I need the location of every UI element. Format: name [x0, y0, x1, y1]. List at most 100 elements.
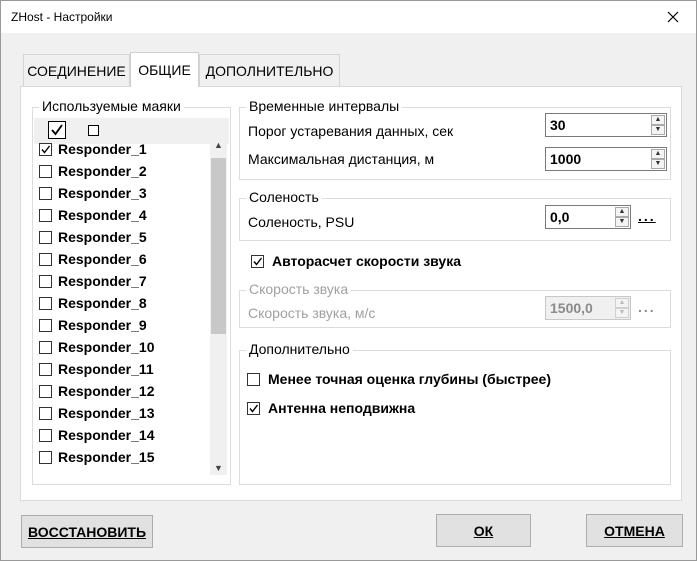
responder-checkbox-icon[interactable] [39, 362, 52, 376]
salinity-title: Соленость [246, 189, 322, 205]
responder-checkbox-icon[interactable] [39, 340, 52, 354]
responder-checkbox-icon[interactable] [39, 230, 52, 244]
time-intervals-title: Временные интервалы [246, 98, 403, 114]
max-distance-label: Максимальная дистанция, м [248, 151, 435, 167]
less-precise-check-icon[interactable] [247, 372, 260, 386]
additional-title: Дополнительно [246, 341, 353, 357]
max-distance-down-icon[interactable]: ▼ [651, 159, 665, 169]
sound-speed-group: Скорость звука Скорость звука, м/с 1500,… [239, 281, 671, 328]
title-bar: ZHost - Настройки [1, 1, 696, 33]
time-intervals-group: Временные интервалы Порог устаревания да… [239, 98, 671, 180]
antenna-fixed-check-icon[interactable] [247, 401, 260, 415]
threshold-label: Порог устаревания данных, сек [248, 123, 454, 139]
sound-speed-title: Скорость звука [246, 281, 352, 297]
responder-checkbox-icon[interactable] [39, 384, 52, 398]
auto-sound-speed-checkbox[interactable]: Авторасчет скорости звука [251, 253, 461, 269]
responder-label: Responder_9 [58, 317, 147, 333]
list-item[interactable]: Responder_14 [39, 424, 154, 446]
responder-label: Responder_5 [58, 229, 147, 245]
threshold-down-icon[interactable]: ▼ [651, 125, 665, 135]
beacons-list: Responder_1 Responder_2 Responder_3 Respond… [33, 138, 229, 475]
tab-additional[interactable]: ДОПОЛНИТЕЛЬНО [199, 54, 340, 86]
list-item[interactable]: Responder_2 [39, 160, 147, 182]
less-precise-checkbox[interactable]: Менее точная оценка глубины (быстрее) [247, 371, 551, 387]
restore-button[interactable]: ВОССТАНОВИТЬ [21, 515, 153, 548]
scroll-down-icon[interactable]: ▼ [214, 463, 223, 473]
responder-checkbox-icon[interactable] [39, 428, 52, 442]
list-item[interactable]: Responder_6 [39, 248, 147, 270]
list-item[interactable]: Responder_3 [39, 182, 147, 204]
tab-panel-general: Используемые маяки Responder_1 Responder_… [20, 86, 682, 501]
responder-checkbox-icon[interactable] [39, 406, 52, 420]
list-item[interactable]: Responder_10 [39, 336, 154, 358]
max-distance-spinbox[interactable]: 1000 ▲ ▼ [545, 147, 667, 171]
responder-label: Responder_13 [58, 405, 155, 421]
salinity-more-button[interactable]: ... [638, 208, 656, 224]
window-title: ZHost - Настройки [11, 10, 113, 24]
list-item[interactable]: Responder_12 [39, 380, 154, 402]
responder-checkbox-icon[interactable] [39, 318, 52, 332]
scroll-thumb[interactable] [211, 158, 226, 334]
responder-checkbox-icon[interactable] [39, 252, 52, 266]
responder-checkbox-icon[interactable] [39, 142, 52, 156]
list-item[interactable]: Responder_7 [39, 270, 147, 292]
sound-speed-label: Скорость звука, м/с [248, 305, 376, 321]
beacons-group-title: Используемые маяки [39, 98, 184, 114]
close-icon [667, 11, 679, 23]
responder-checkbox-icon[interactable] [39, 164, 52, 178]
list-item[interactable]: Responder_11 [39, 358, 154, 380]
check-all-icon [51, 124, 63, 136]
uncheck-all-button[interactable] [88, 125, 99, 136]
responder-checkbox-icon[interactable] [39, 274, 52, 288]
antenna-fixed-label: Антенна неподвижна [268, 400, 416, 416]
ok-button[interactable]: ОК [436, 514, 531, 547]
sound-speed-more-button: ... [638, 299, 656, 315]
tab-connection[interactable]: СОЕДИНЕНИЕ [23, 54, 130, 86]
responder-label: Responder_4 [58, 207, 147, 223]
list-item[interactable]: Responder_8 [39, 292, 147, 314]
responder-label: Responder_11 [58, 361, 154, 377]
auto-sound-speed-check-icon[interactable] [251, 254, 264, 268]
responder-checkbox-icon[interactable] [39, 186, 52, 200]
responder-label: Responder_12 [58, 383, 155, 399]
additional-group: Дополнительно Менее точная оценка глубин… [239, 341, 671, 485]
responder-label: Responder_1 [58, 141, 147, 157]
salinity-down-icon[interactable]: ▼ [615, 217, 629, 227]
list-item[interactable]: Responder_15 [39, 446, 154, 468]
responder-checkbox-icon[interactable] [39, 450, 52, 464]
salinity-label: Соленость, PSU [248, 214, 355, 230]
responder-checkbox-icon[interactable] [39, 208, 52, 222]
threshold-up-icon[interactable]: ▲ [651, 115, 665, 125]
responder-label: Responder_15 [58, 449, 155, 465]
list-item[interactable]: Responder_9 [39, 314, 147, 336]
antenna-fixed-checkbox[interactable]: Антенна неподвижна [247, 400, 415, 416]
beacons-scrollbar[interactable]: ▲ ▼ [210, 138, 227, 475]
salinity-up-icon[interactable]: ▲ [615, 207, 629, 217]
max-distance-value[interactable]: 1000 [550, 151, 581, 167]
less-precise-label: Менее точная оценка глубины (быстрее) [268, 371, 551, 387]
sound-speed-down-icon: ▼ [615, 308, 629, 318]
responder-label: Responder_3 [58, 185, 147, 201]
cancel-button[interactable]: ОТМЕНА [586, 514, 683, 547]
salinity-spinbox[interactable]: 0,0 ▲ ▼ [545, 205, 631, 229]
salinity-value[interactable]: 0,0 [550, 209, 569, 225]
responder-label: Responder_14 [58, 427, 155, 443]
list-item[interactable]: Responder_4 [39, 204, 147, 226]
responder-label: Responder_8 [58, 295, 147, 311]
threshold-value[interactable]: 30 [550, 117, 566, 133]
sound-speed-spinbox: 1500,0 ▲ ▼ [545, 296, 631, 320]
max-distance-up-icon[interactable]: ▲ [651, 149, 665, 159]
list-item[interactable]: Responder_1 [39, 138, 147, 160]
responder-label: Responder_10 [58, 339, 155, 355]
check-all-button[interactable] [48, 121, 66, 139]
close-button[interactable] [650, 1, 696, 33]
list-item[interactable]: Responder_5 [39, 226, 147, 248]
responder-checkbox-icon[interactable] [39, 296, 52, 310]
settings-window: ZHost - Настройки СОЕДИНЕНИЕ ОБЩИЕ ДОПОЛ… [0, 0, 697, 561]
auto-sound-speed-label: Авторасчет скорости звука [272, 253, 462, 269]
threshold-spinbox[interactable]: 30 ▲ ▼ [545, 113, 667, 137]
scroll-up-icon[interactable]: ▲ [214, 140, 223, 150]
responder-label: Responder_6 [58, 251, 147, 267]
list-item[interactable]: Responder_13 [39, 402, 154, 424]
tab-general[interactable]: ОБЩИЕ [130, 52, 199, 87]
